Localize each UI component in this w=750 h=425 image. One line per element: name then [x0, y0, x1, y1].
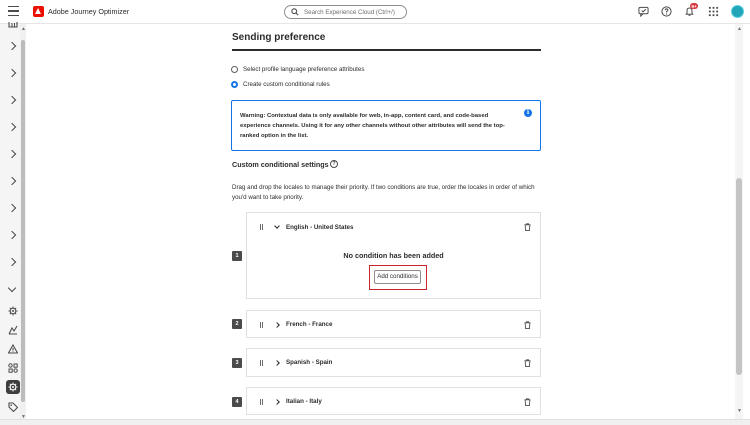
main-scroll-down-icon[interactable]: ▼ — [737, 408, 742, 414]
tag-icon — [8, 402, 18, 412]
section-divider — [232, 49, 541, 51]
section-title: Sending preference — [232, 32, 326, 43]
rank-badge: 4 — [232, 397, 242, 407]
radio-profile-language[interactable] — [231, 66, 238, 73]
chevron-right-icon[interactable] — [274, 360, 280, 366]
apps-grid-icon[interactable] — [708, 6, 719, 17]
radio-label-profile-language[interactable]: Select profile language preference attri… — [243, 66, 364, 73]
locale-name: Italian - Italy — [286, 398, 322, 405]
chevron-right-icon[interactable] — [274, 322, 280, 328]
settings-icon — [8, 382, 18, 392]
adobe-logo-icon[interactable] — [33, 6, 44, 17]
app-title[interactable]: Adobe Journey Optimizer — [48, 7, 129, 16]
trash-icon[interactable] — [524, 223, 531, 231]
gear-icon — [8, 306, 18, 316]
rail-item-alert[interactable] — [6, 342, 20, 356]
rail-item-gear[interactable] — [6, 304, 20, 318]
notification-badge: 9+ — [690, 3, 699, 9]
chevron-right-icon[interactable] — [274, 399, 280, 405]
warning-box: Warning: Contextual data is only availab… — [231, 100, 541, 151]
locale-card-french[interactable]: French - France — [246, 310, 541, 338]
locale-name: English - United States — [286, 224, 354, 231]
rail-item-route[interactable] — [6, 323, 20, 337]
main-scroll-thumb[interactable] — [736, 178, 742, 375]
alert-icon — [8, 344, 18, 354]
search-input[interactable]: Search Experience Cloud (Ctrl+/) — [284, 5, 407, 19]
menu-icon[interactable] — [8, 6, 19, 17]
empty-conditions-message: No condition has been added — [343, 251, 444, 260]
locale-card-spanish[interactable]: Spanish - Spain — [246, 348, 541, 377]
locale-name: French - France — [286, 321, 333, 328]
avatar[interactable] — [731, 5, 744, 18]
add-conditions-button[interactable]: Add conditions — [374, 270, 421, 284]
rail-item-components[interactable] — [6, 361, 20, 375]
custom-settings-title: Custom conditional settings — [232, 160, 329, 169]
components-icon — [8, 363, 18, 373]
locale-name: Spanish - Spain — [286, 359, 333, 366]
help-circle-icon[interactable]: ? — [330, 160, 338, 168]
info-icon: i — [524, 109, 532, 117]
rank-badge: 2 — [232, 319, 242, 329]
drag-handle-icon[interactable] — [260, 399, 263, 405]
horizontal-scrollbar[interactable] — [0, 419, 750, 425]
trash-icon[interactable] — [524, 321, 531, 329]
rank-badge: 1 — [232, 251, 242, 261]
drag-handle-icon[interactable] — [260, 322, 263, 328]
drag-handle-icon[interactable] — [260, 360, 263, 366]
feedback-icon[interactable] — [638, 6, 649, 17]
rail-item-settings[interactable] — [6, 380, 20, 394]
rail-scroll-up-icon[interactable]: ▲ — [21, 26, 26, 32]
rail-item-tag[interactable] — [6, 400, 20, 414]
help-icon[interactable] — [661, 6, 672, 17]
main-scroll-up-icon[interactable]: ▲ — [737, 26, 742, 32]
top-bar: Adobe Journey Optimizer Search Experienc… — [0, 0, 750, 24]
locale-card-english: English - United States No condition has… — [246, 212, 541, 299]
radio-custom-rules[interactable] — [231, 81, 238, 88]
trash-icon[interactable] — [524, 359, 531, 367]
search-icon — [291, 8, 299, 16]
search-placeholder: Search Experience Cloud (Ctrl+/) — [304, 8, 395, 16]
chevron-down-icon[interactable] — [274, 223, 280, 229]
route-icon — [8, 325, 18, 335]
rank-badge: 3 — [232, 358, 242, 368]
drag-handle-icon[interactable] — [260, 224, 263, 230]
radio-label-custom-rules[interactable]: Create custom conditional rules — [243, 81, 330, 88]
warning-text: Warning: Contextual data is only availab… — [240, 113, 505, 139]
add-conditions-highlight: Add conditions — [369, 265, 427, 290]
locale-card-italian[interactable]: Italian - Italy — [246, 387, 541, 415]
description-text: Drag and drop the locales to manage thei… — [232, 184, 535, 201]
rail-scroll-thumb[interactable] — [21, 40, 25, 402]
trash-icon[interactable] — [524, 398, 531, 406]
rail-partial-icon[interactable] — [8, 22, 18, 28]
